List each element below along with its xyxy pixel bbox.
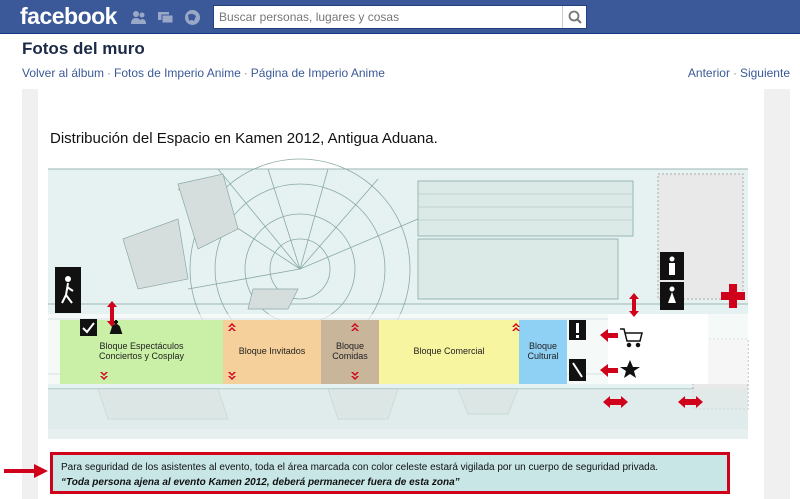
arrow-left-icon-lower	[600, 364, 618, 377]
star-icon	[620, 360, 640, 378]
facebook-logo[interactable]: facebook	[20, 3, 117, 30]
map-markers	[55, 252, 745, 408]
search-button[interactable]	[562, 6, 586, 28]
search-input[interactable]	[214, 6, 562, 28]
previous-link[interactable]: Anterior	[688, 66, 730, 80]
security-notice-text: Para seguridad de los asistentes al even…	[61, 462, 659, 473]
shopping-cart-icon	[620, 328, 643, 348]
next-link[interactable]: Siguiente	[740, 66, 790, 80]
search-box	[213, 5, 587, 29]
security-notice: Para seguridad de los asistentes al even…	[50, 452, 730, 494]
double-arrow-vertical-icon-right	[629, 293, 639, 317]
arrow-right-icon	[4, 464, 48, 478]
checklist-icon	[80, 319, 97, 336]
search-icon	[568, 10, 582, 24]
breadcrumb: Volver al álbum · Fotos de Imperio Anime · P…	[22, 66, 385, 80]
photo-pager: Anterior · Siguiente	[687, 66, 790, 80]
double-arrow-horizontal-icon	[603, 396, 628, 408]
facebook-topbar: facebook	[0, 0, 800, 34]
chevron-up-icon	[228, 323, 520, 331]
map-title: Distribución del Espacio en Kamen 2012, …	[50, 130, 438, 147]
double-arrow-horizontal-icon-right	[678, 396, 703, 408]
page-link[interactable]: Página de Imperio Anime	[251, 66, 385, 80]
exit-icon	[55, 267, 81, 313]
notifications-icon[interactable]	[184, 9, 201, 26]
arrow-left-icon	[600, 329, 618, 342]
messages-icon[interactable]	[157, 9, 174, 26]
page-title: Fotos del muro	[22, 39, 145, 58]
back-to-album-link[interactable]: Volver al álbum	[22, 66, 104, 80]
photo-image[interactable]: Bloque Espectáculos Conciertos y Cosplay …	[38, 89, 764, 499]
security-notice-quote: “Toda persona ajena al evento Kamen 2012…	[61, 477, 460, 488]
chevron-down-icon	[100, 372, 359, 380]
friends-icon[interactable]	[130, 9, 147, 26]
page-photos-link[interactable]: Fotos de Imperio Anime	[114, 66, 241, 80]
